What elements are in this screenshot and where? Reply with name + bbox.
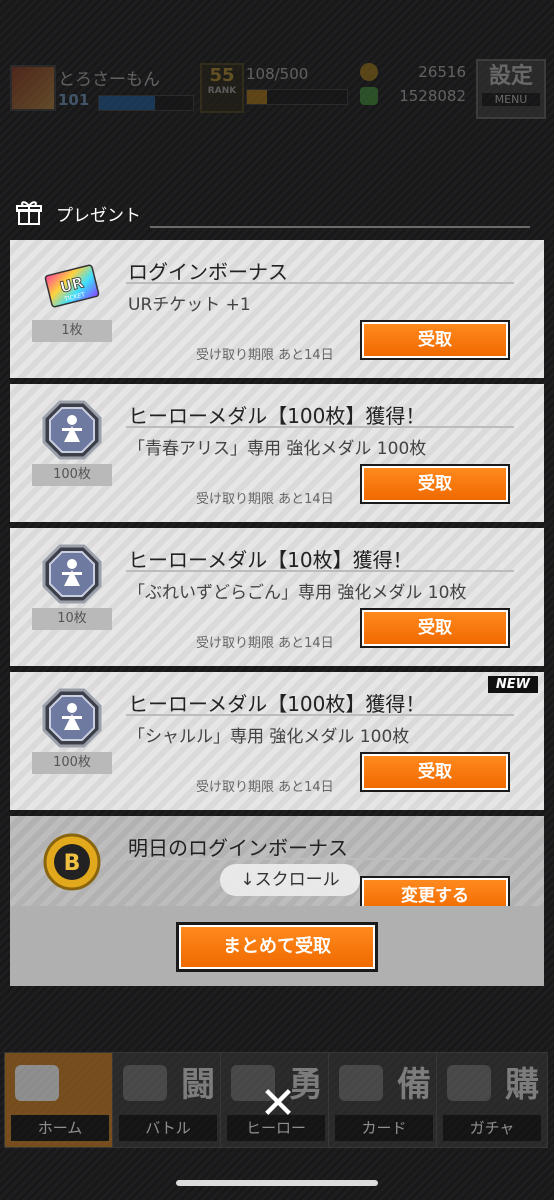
nav-label: ホーム bbox=[11, 1115, 109, 1141]
item-description: 「シャルル」専用 強化メダル 100枚 bbox=[128, 727, 410, 747]
header-divider bbox=[150, 226, 530, 228]
nav-home[interactable]: ホーム bbox=[4, 1052, 116, 1148]
item-title: 明日のログインボーナス bbox=[128, 836, 348, 860]
item-expiry: 受け取り期限 あと14日 bbox=[196, 492, 334, 507]
item-divider bbox=[126, 858, 514, 860]
item-description: 「青春アリス」専用 強化メダル 100枚 bbox=[128, 439, 427, 459]
item-expiry: 受け取り期限 あと14日 bbox=[196, 348, 334, 363]
receive-button-label: 受取 bbox=[362, 322, 508, 358]
receive-button[interactable]: 受取 bbox=[360, 608, 510, 648]
item-quantity: 1枚 bbox=[32, 320, 112, 342]
hero-medal-icon bbox=[42, 544, 102, 604]
b-coin-icon: B bbox=[43, 833, 101, 891]
receive-button[interactable]: 受取 bbox=[360, 320, 510, 360]
receive-button-label: 受取 bbox=[362, 466, 508, 502]
receive-button[interactable]: 受取 bbox=[360, 752, 510, 792]
item-divider bbox=[126, 714, 514, 716]
controller-icon bbox=[123, 1065, 167, 1101]
item-title: ヒーローメダル【100枚】獲得！ bbox=[128, 404, 426, 428]
nav-label: ガチャ bbox=[443, 1115, 541, 1141]
present-item: NEW 100枚 ヒーローメダル【100枚】獲得！ 「シャルル」専用 強化メダル… bbox=[10, 672, 544, 810]
hero-medal-icon bbox=[42, 688, 102, 748]
present-list[interactable]: UR TICKET 1枚 ログインボーナス URチケット +1 受け取り期限 あ… bbox=[10, 240, 544, 906]
item-title: ログインボーナス bbox=[128, 260, 288, 284]
change-button-label: 変更する bbox=[362, 878, 508, 906]
hero-medal-icon bbox=[42, 400, 102, 460]
item-divider bbox=[126, 426, 514, 428]
nav-battle[interactable]: 闘 バトル bbox=[112, 1052, 224, 1148]
new-badge: NEW bbox=[487, 676, 538, 693]
present-item: 100枚 ヒーローメダル【100枚】獲得！ 「青春アリス」専用 強化メダル 10… bbox=[10, 384, 544, 522]
item-expiry: 受け取り期限 あと14日 bbox=[196, 780, 334, 795]
receive-button-label: 受取 bbox=[362, 754, 508, 790]
nav-gacha[interactable]: 購 ガチャ bbox=[436, 1052, 548, 1148]
gift-icon bbox=[16, 201, 42, 225]
item-divider bbox=[126, 282, 514, 284]
gacha-icon bbox=[447, 1065, 491, 1101]
nav-card[interactable]: 備 カード bbox=[328, 1052, 440, 1148]
home-icon bbox=[15, 1065, 59, 1101]
scroll-hint: ↓スクロール bbox=[220, 864, 360, 896]
card-icon bbox=[339, 1065, 383, 1101]
item-quantity: 10枚 bbox=[32, 608, 112, 630]
item-quantity: 100枚 bbox=[32, 752, 112, 774]
nav-kanji: 購 bbox=[505, 1065, 539, 1105]
page-title: プレゼント bbox=[56, 206, 141, 226]
change-button[interactable]: 変更する bbox=[360, 876, 510, 906]
item-description: URチケット +1 bbox=[128, 295, 251, 315]
present-item: UR TICKET 1枚 ログインボーナス URチケット +1 受け取り期限 あ… bbox=[10, 240, 544, 378]
nav-label: カード bbox=[335, 1115, 433, 1141]
receive-all-label: まとめて受取 bbox=[179, 925, 375, 969]
receive-all-panel: まとめて受取 bbox=[10, 906, 544, 986]
home-indicator bbox=[176, 1180, 378, 1186]
receive-all-button[interactable]: まとめて受取 bbox=[176, 922, 378, 972]
nav-kanji: 備 bbox=[397, 1065, 431, 1105]
ur-ticket-icon: UR TICKET bbox=[44, 264, 100, 308]
item-quantity: 100枚 bbox=[32, 464, 112, 486]
close-icon[interactable]: ✕ bbox=[256, 1082, 300, 1126]
item-divider bbox=[126, 570, 514, 572]
receive-button-label: 受取 bbox=[362, 610, 508, 646]
item-expiry: 受け取り期限 あと14日 bbox=[196, 636, 334, 651]
nav-kanji: 闘 bbox=[181, 1065, 215, 1105]
receive-button[interactable]: 受取 bbox=[360, 464, 510, 504]
svg-text:B: B bbox=[64, 851, 81, 876]
nav-label: バトル bbox=[119, 1115, 217, 1141]
item-description: 「ぶれいずどらごん」専用 強化メダル 10枚 bbox=[128, 583, 467, 603]
item-title: ヒーローメダル【10枚】獲得！ bbox=[128, 548, 413, 572]
item-title: ヒーローメダル【100枚】獲得！ bbox=[128, 692, 426, 716]
present-item: 10枚 ヒーローメダル【10枚】獲得！ 「ぶれいずどらごん」専用 強化メダル 1… bbox=[10, 528, 544, 666]
